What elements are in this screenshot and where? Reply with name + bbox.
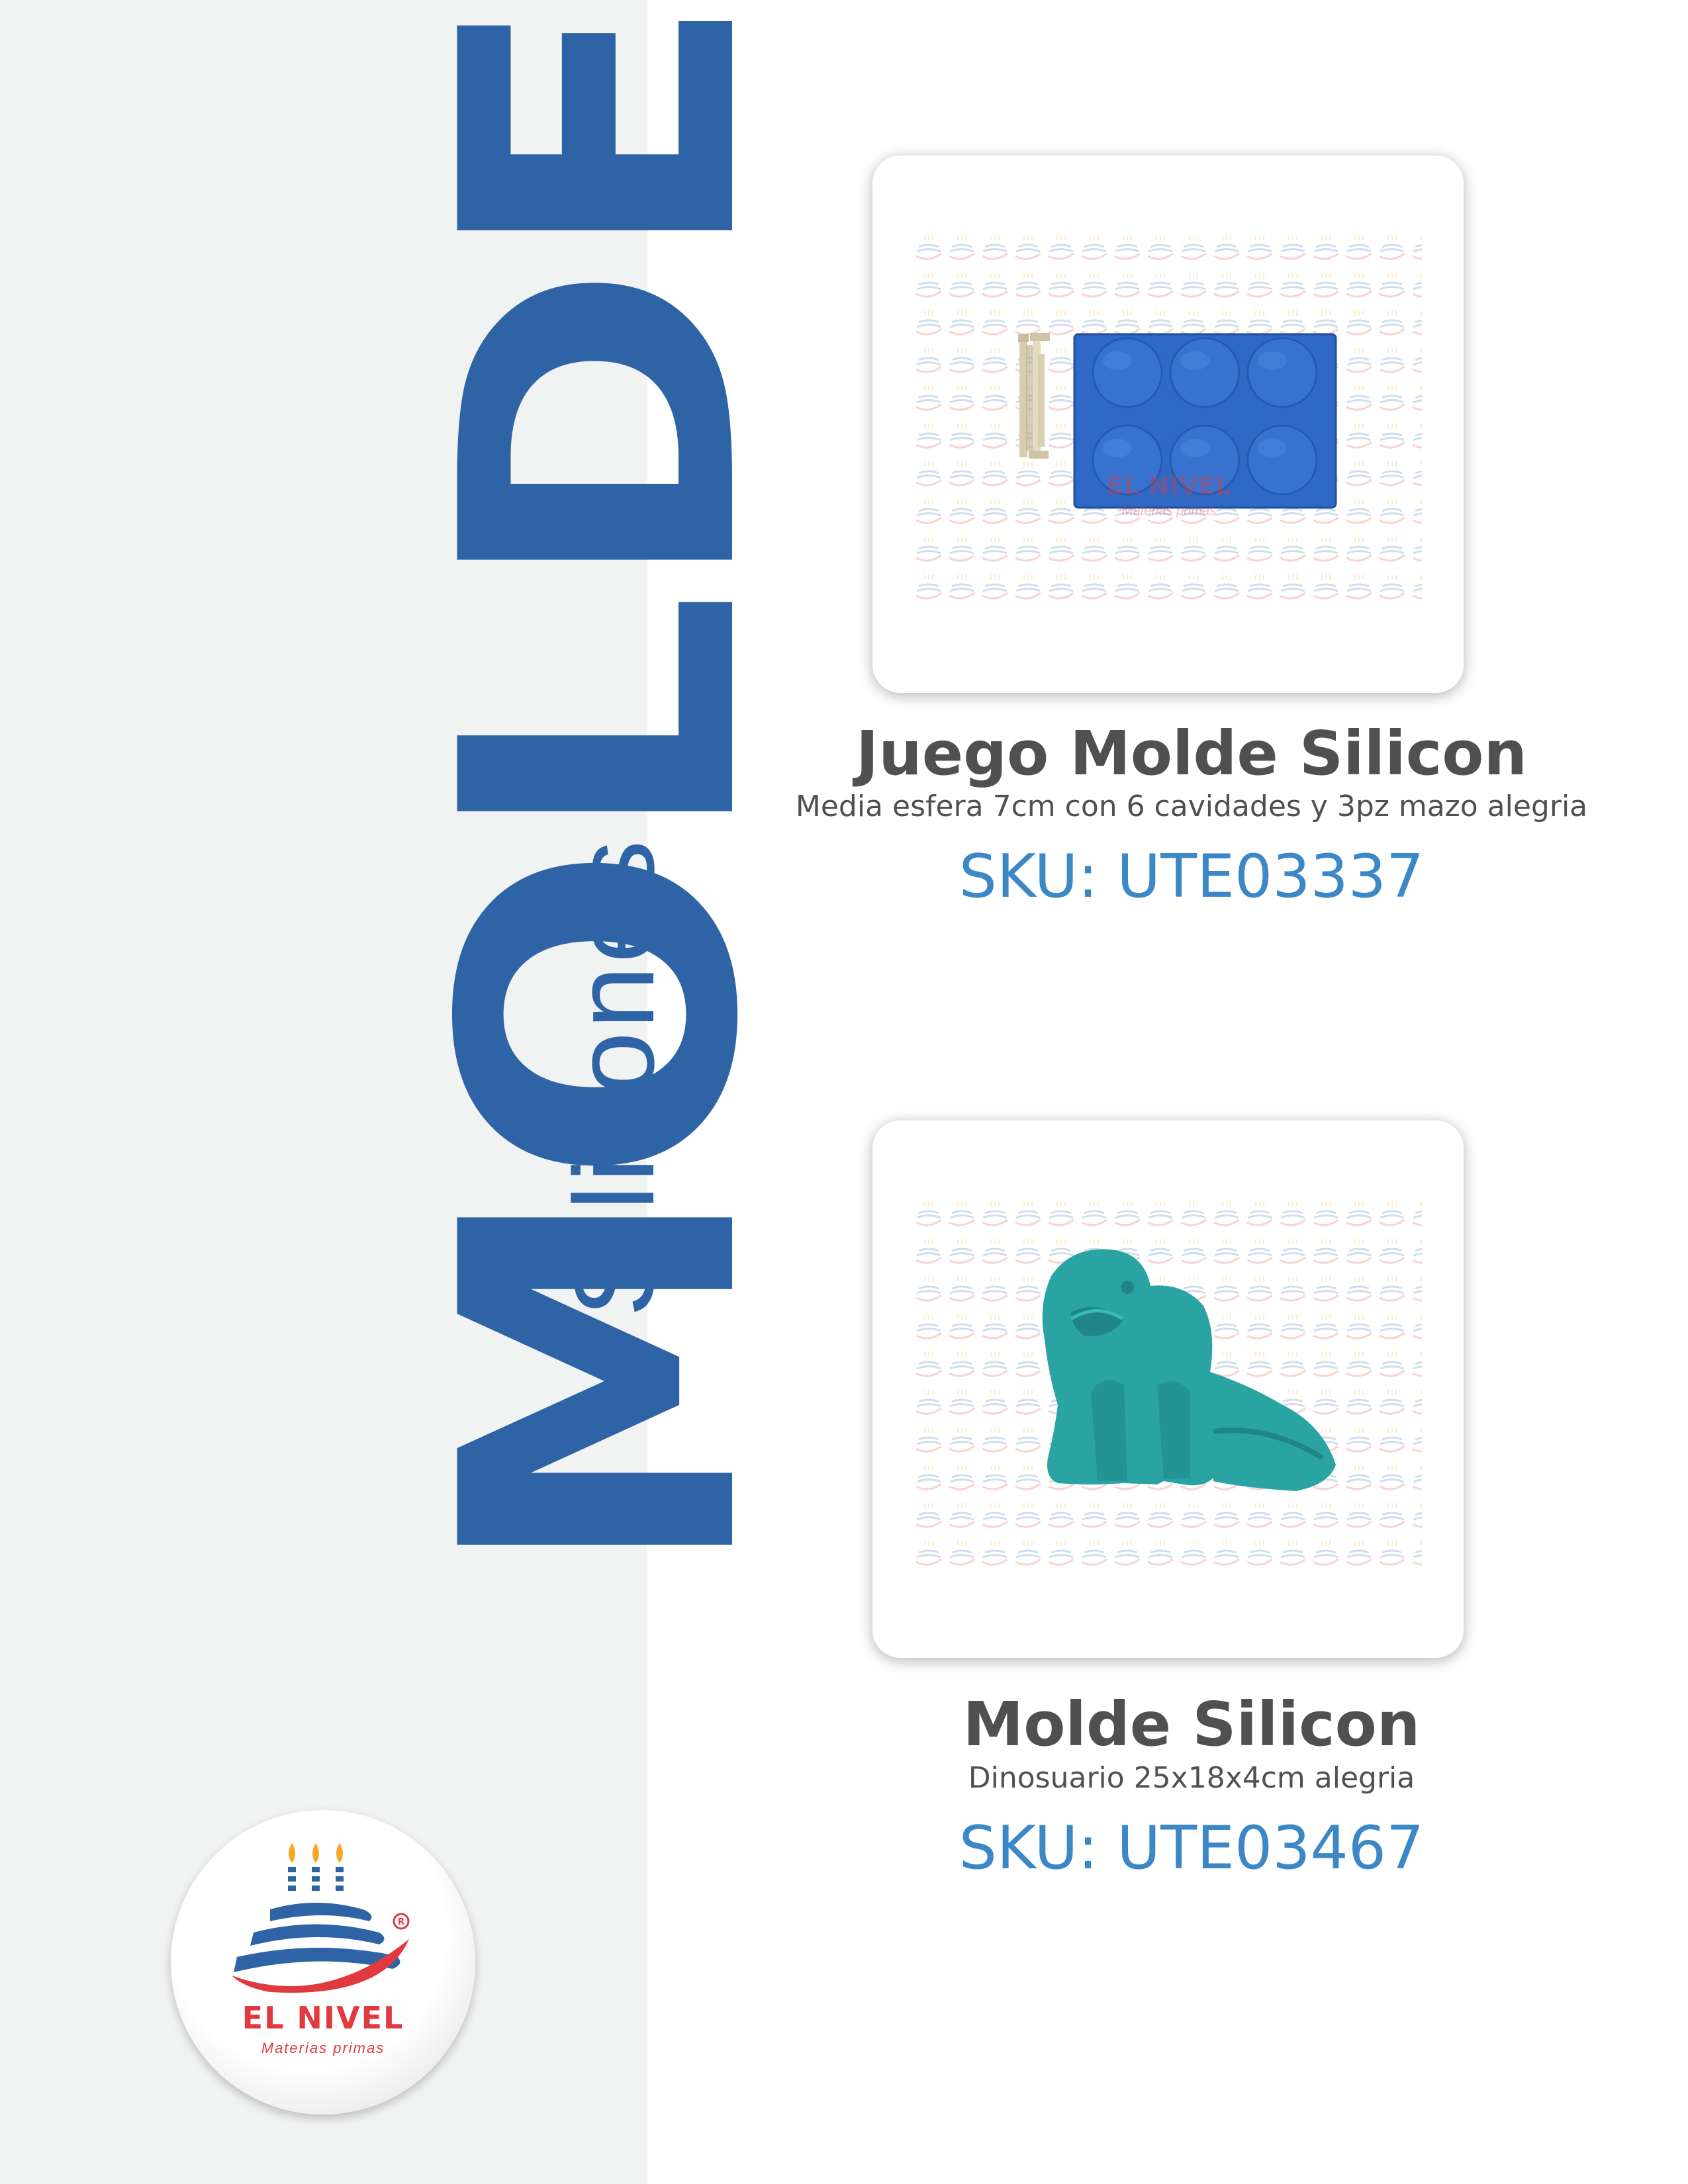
product-1-description: Media esfera 7cm con 6 cavidades y 3pz m… (795, 790, 1588, 823)
logo-name: EL NIVEL (242, 2000, 404, 2036)
half-sphere-mold-image: EL NIVEL Materias primas (1018, 333, 1337, 518)
logo-tagline: Materias primas (261, 2040, 385, 2056)
product-card-1[interactable]: EL NIVEL Materias primas (872, 156, 1464, 693)
product-1-title: Juego Molde Silicon (856, 718, 1527, 789)
vertical-title: MOLDES (383, 0, 821, 1582)
birthday-cake-icon: R (232, 1843, 410, 1993)
vertical-subtitle: Silicones (551, 837, 678, 1317)
product-1-sku: SKU: UTE03337 (959, 842, 1425, 911)
sidebar-panel: MOLDES Silicones R EL NIVEL Materias pri… (0, 0, 821, 2184)
product-2-sku: SKU: UTE03467 (959, 1813, 1425, 1883)
product-2-title: Molde Silicon (962, 1689, 1421, 1760)
svg-text:R: R (398, 1917, 404, 1927)
product-2-description: Dinosuario 25x18x4cm alegria (968, 1761, 1415, 1795)
product-card-2[interactable] (872, 1120, 1464, 1658)
watermark-logo-name: EL NIVEL (1107, 471, 1232, 500)
watermark-logo-tagline: Materias primas (1122, 504, 1216, 518)
brand-logo: R EL NIVEL Materias primas (171, 1810, 475, 2115)
dinosaur-mold-image (1042, 1249, 1336, 1491)
